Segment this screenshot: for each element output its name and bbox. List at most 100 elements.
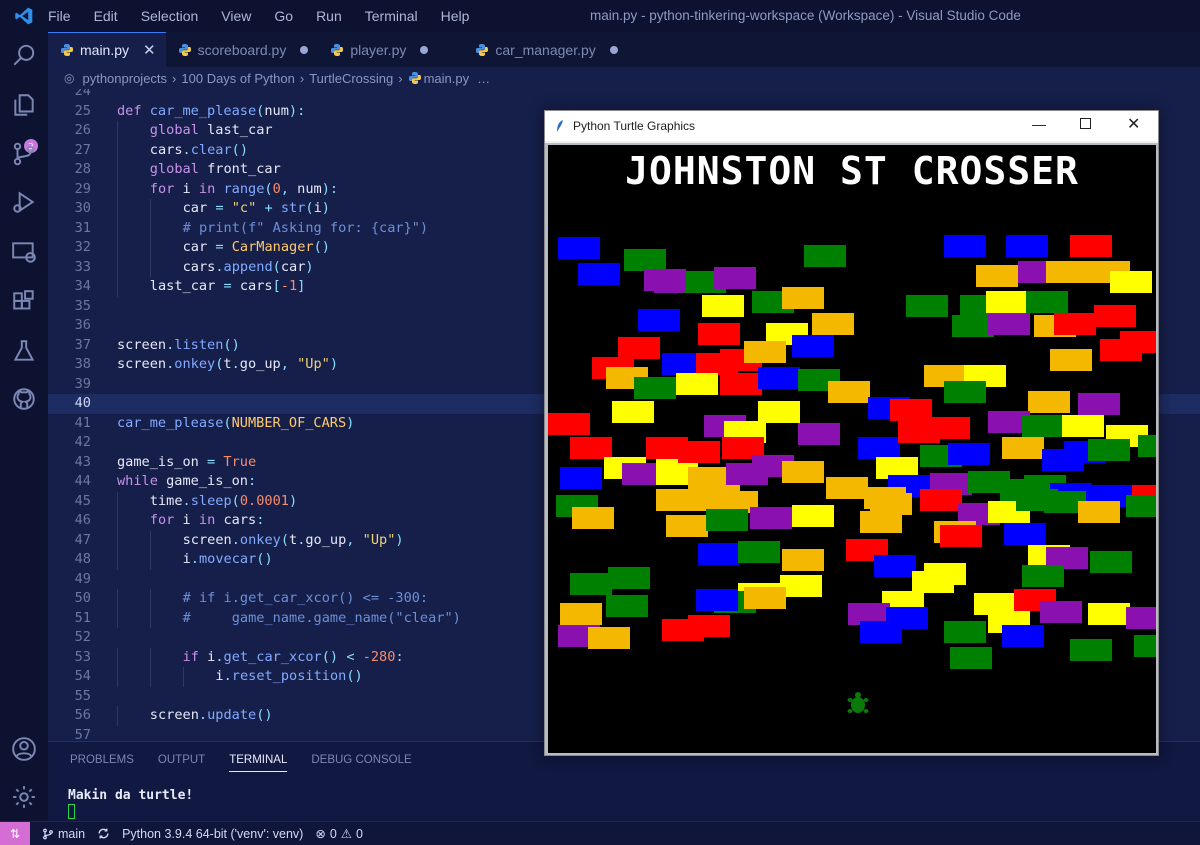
tab-close-icon[interactable]: ✕ [143, 41, 156, 59]
car-blue [874, 555, 916, 577]
car-green [624, 249, 666, 271]
menu-selection[interactable]: Selection [141, 8, 210, 24]
car-yellow [1062, 415, 1104, 437]
car-yellow [780, 575, 822, 597]
panel-tab-terminal[interactable]: TERMINAL [229, 754, 288, 772]
feather-icon [557, 120, 563, 132]
breadcrumb-item[interactable]: TurtleCrossing [309, 71, 393, 86]
indent-guide [149, 257, 151, 277]
problems-status[interactable]: ⊗ 0 ⚠ 0 [315, 826, 363, 842]
line-number: 50 [74, 590, 91, 606]
unsaved-dot-icon[interactable] [609, 45, 618, 54]
root-folder-icon: ◎ [64, 71, 75, 85]
more-icon[interactable]: … [477, 71, 490, 86]
maximize-button[interactable] [1080, 116, 1091, 134]
code-token: num [297, 180, 322, 197]
turtle-graphics-window[interactable]: Python Turtle Graphics — ✕ JOHNSTON ST C… [544, 110, 1159, 756]
panel-tab-output[interactable]: OUTPUT [158, 754, 205, 772]
code-token: t [223, 356, 232, 372]
code-token: if [182, 648, 208, 665]
indent-guide [149, 589, 151, 609]
car-blue [860, 621, 902, 643]
code-token: car [182, 200, 216, 216]
breadcrumb-item[interactable]: 100 Days of Python [181, 71, 294, 86]
account-icon[interactable] [9, 734, 39, 764]
github-icon[interactable] [9, 384, 39, 414]
line-number: 42 [74, 434, 91, 450]
code-token: . [231, 531, 240, 548]
code-token: -280 [362, 648, 396, 665]
code-token: . [231, 356, 240, 372]
minimize-button[interactable]: — [1032, 116, 1046, 132]
code-token: ( [231, 492, 240, 509]
code-token: = [223, 278, 240, 294]
menu-view[interactable]: View [221, 8, 262, 24]
error-count: 0 [329, 826, 337, 841]
code-token: NUMBER_OF_CARS [231, 414, 347, 431]
menu-run[interactable]: Run [316, 8, 353, 24]
tab-car-manager-py[interactable]: car_manager.py [463, 32, 627, 67]
code-token: append [223, 258, 273, 275]
terminal-output: Makin da turtle! [68, 788, 194, 803]
code-token: () [321, 648, 347, 665]
run-debug-icon[interactable] [9, 187, 39, 217]
code-text: time.sleep(0.0001) [150, 492, 297, 512]
code-token: num [264, 102, 289, 119]
code-line[interactable]: 24 [48, 89, 1200, 102]
window-title: main.py - python-tinkering-workspace (Wo… [590, 8, 1021, 23]
breadcrumb-item[interactable]: main.py [424, 71, 470, 86]
code-text: screen.update() [150, 706, 273, 726]
extensions-icon[interactable] [9, 287, 39, 317]
explorer-icon[interactable] [9, 90, 39, 120]
line-number: 53 [74, 648, 91, 665]
testing-icon[interactable] [9, 336, 39, 366]
breadcrumb-item[interactable]: pythonprojects [82, 71, 167, 86]
car-green [738, 541, 780, 563]
car-green [1088, 439, 1130, 461]
menu-file[interactable]: File [48, 8, 82, 24]
unsaved-dot-icon[interactable] [420, 45, 429, 54]
turtle-window-titlebar[interactable]: Python Turtle Graphics — ✕ [545, 111, 1158, 141]
source-control-icon[interactable] [9, 139, 39, 169]
menu-help[interactable]: Help [441, 8, 481, 24]
indent-guide [117, 257, 118, 277]
menu-terminal[interactable]: Terminal [365, 8, 429, 24]
car-green [608, 567, 650, 589]
car-green [606, 595, 648, 617]
search-icon[interactable] [9, 40, 39, 70]
panel-tab-debug-console[interactable]: DEBUG CONSOLE [311, 754, 411, 772]
code-token: () [223, 336, 240, 353]
code-token: cars [149, 141, 183, 158]
code-token: = [207, 453, 224, 470]
line-number: 24 [74, 89, 91, 99]
car-purple [1078, 393, 1120, 415]
menu-go[interactable]: Go [274, 8, 304, 24]
code-token: t [289, 531, 298, 548]
tab-player-py[interactable]: player.py [318, 32, 463, 67]
car-green [950, 647, 992, 669]
car-orange [860, 511, 902, 533]
close-button[interactable]: ✕ [1127, 114, 1140, 134]
branch-status[interactable]: main [42, 827, 85, 841]
settings-gear-icon[interactable] [9, 782, 39, 812]
warning-count: 0 [356, 826, 363, 841]
car-green [1134, 635, 1156, 657]
indent-guide [117, 608, 118, 628]
panel-tab-problems[interactable]: PROBLEMS [70, 754, 134, 772]
car-orange [1050, 349, 1092, 371]
code-text: while game_is_on: [117, 472, 256, 492]
python-interpreter[interactable]: Python 3.9.4 64-bit ('venv': venv) [122, 827, 303, 841]
indent-guide [149, 238, 151, 258]
tab-main-py[interactable]: main.py ✕ [48, 32, 166, 67]
indent-guide [117, 530, 118, 550]
tab-scoreboard-py[interactable]: scoreboard.py [166, 32, 319, 67]
indent-guide [117, 160, 118, 180]
menu-edit[interactable]: Edit [94, 8, 129, 24]
turtle-canvas[interactable]: JOHNSTON ST CROSSER [548, 145, 1156, 753]
code-text: screen.onkey(t.go_up, "Up") [183, 531, 404, 551]
remote-indicator-button[interactable]: ⇅ [0, 821, 30, 845]
remote-explorer-icon[interactable] [9, 237, 39, 267]
sync-button[interactable] [97, 827, 110, 840]
car-orange [812, 313, 854, 335]
unsaved-dot-icon[interactable] [300, 45, 309, 54]
